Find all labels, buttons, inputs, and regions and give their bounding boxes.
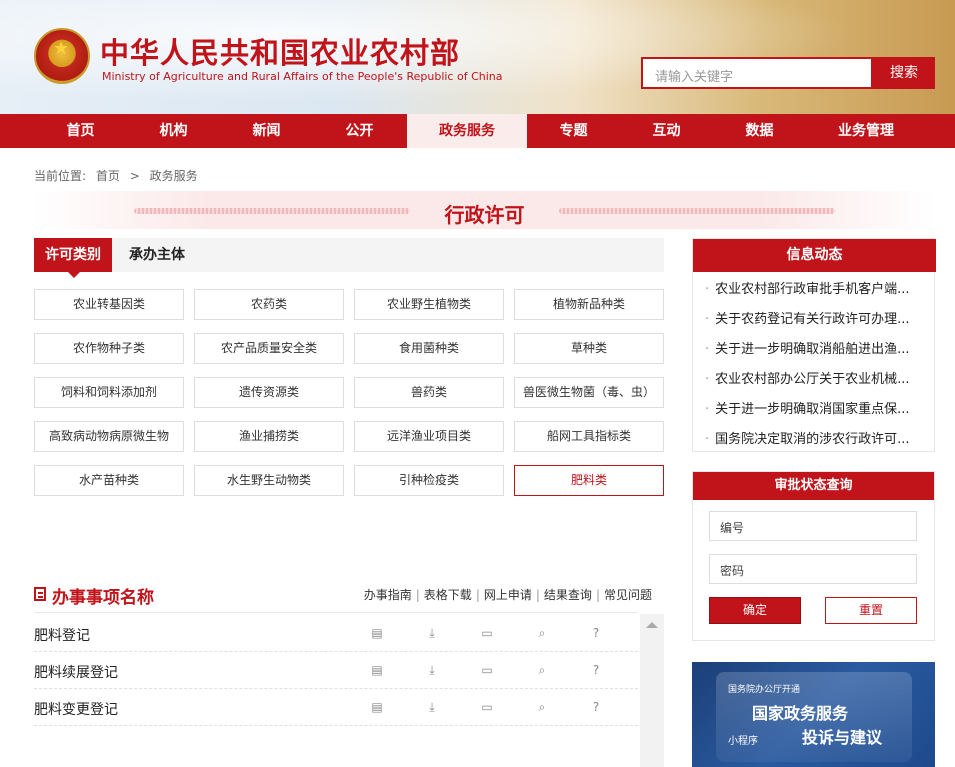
nav-item-business[interactable]: 业务管理 — [806, 114, 926, 148]
promo-banner[interactable]: 国务院办公厅开通 国家政务服务 小程序 投诉与建议 — [692, 662, 935, 767]
matters-header: 办事事项名称 办事指南 | 表格下载 | 网上申请 | 结果查询 | 常见问题 — [34, 583, 664, 608]
nav-item-data[interactable]: 数据 — [713, 114, 806, 148]
link-online-apply[interactable]: 网上申请 — [484, 588, 532, 602]
link-faq[interactable]: 常见问题 — [604, 588, 652, 602]
breadcrumb-current-link[interactable]: 政务服务 — [150, 169, 198, 183]
matter-name-link[interactable]: 肥料变更登记 — [34, 699, 118, 719]
news-title: 信息动态 — [693, 239, 936, 272]
help-icon[interactable]: ? — [589, 626, 603, 640]
nav-item-government-services[interactable]: 政务服务 — [407, 114, 527, 148]
category-item[interactable]: 兽药类 — [354, 377, 504, 408]
online-apply-icon[interactable]: ▭ — [480, 700, 494, 714]
search-icon[interactable]: ⌕ — [535, 700, 549, 714]
matter-row: 肥料变更登记 ▤ ⤓ ▭ ⌕ ? — [34, 689, 638, 726]
download-icon[interactable]: ⤓ — [425, 700, 439, 714]
section-banner: 行政许可 — [34, 191, 935, 229]
reset-button[interactable]: 重置 — [825, 597, 917, 624]
category-item[interactable]: 水生野生动物类 — [194, 465, 344, 496]
online-apply-icon[interactable]: ▭ — [480, 626, 494, 640]
category-item[interactable]: 植物新品种类 — [514, 289, 664, 320]
news-item-link[interactable]: 关于进一步明确取消国家重点保... — [705, 398, 923, 417]
matters-column-links: 办事指南 | 表格下载 | 网上申请 | 结果查询 | 常见问题 — [363, 588, 652, 602]
category-item[interactable]: 草种类 — [514, 333, 664, 364]
query-title: 审批状态查询 — [693, 472, 934, 500]
nav-item-topics[interactable]: 专题 — [527, 114, 620, 148]
tab-handling-agency[interactable]: 承办主体 — [112, 238, 202, 272]
nav-item-disclosure[interactable]: 公开 — [313, 114, 406, 148]
guide-icon[interactable]: ▤ — [370, 663, 384, 677]
breadcrumb-label: 当前位置: — [34, 169, 87, 183]
guide-icon[interactable]: ▤ — [370, 626, 384, 640]
search-input[interactable]: 请输入关键字 — [641, 57, 873, 89]
category-item[interactable]: 远洋渔业项目类 — [354, 421, 504, 452]
confirm-button[interactable]: 确定 — [709, 597, 801, 624]
matter-row: 肥料续展登记 ▤ ⤓ ▭ ⌕ ? — [34, 652, 638, 689]
matter-row: 肥料登记 ▤ ⤓ ▭ ⌕ ? — [34, 615, 638, 652]
number-input[interactable]: 编号 — [709, 511, 917, 541]
news-item-link[interactable]: 关于进一步明确取消船舶进出渔... — [705, 338, 923, 357]
search-icon[interactable]: ⌕ — [535, 626, 549, 640]
password-input[interactable]: 密码 — [709, 554, 917, 584]
promo-small-text: 国务院办公厅开通 — [728, 685, 801, 695]
main-nav: 首页 机构 新闻 公开 政务服务 专题 互动 数据 业务管理 — [0, 114, 955, 148]
tab-permit-category[interactable]: 许可类别 — [34, 238, 112, 278]
breadcrumb-separator: > — [129, 169, 140, 183]
approval-status-query: 审批状态查询 编号 密码 确定 重置 — [692, 471, 935, 641]
nav-item-news[interactable]: 新闻 — [220, 114, 313, 148]
category-item[interactable]: 遗传资源类 — [194, 377, 344, 408]
news-item-link[interactable]: 国务院决定取消的涉农行政许可... — [705, 428, 923, 447]
category-tabs: 许可类别 承办主体 — [34, 238, 664, 278]
matters-title: 办事事项名称 — [52, 588, 154, 608]
category-item[interactable]: 食用菌种类 — [354, 333, 504, 364]
site-title[interactable]: 中华人民共和国农业农村部 — [100, 30, 460, 72]
document-list-icon — [34, 587, 46, 601]
nav-item-interaction[interactable]: 互动 — [620, 114, 713, 148]
breadcrumb: 当前位置: 首页 > 政务服务 — [34, 167, 204, 184]
search-button[interactable]: 搜索 — [873, 57, 935, 89]
category-item[interactable]: 引种检疫类 — [354, 465, 504, 496]
help-icon[interactable]: ? — [589, 663, 603, 677]
category-item[interactable]: 水产苗种类 — [34, 465, 184, 496]
news-item-link[interactable]: 关于农药登记有关行政许可办理... — [705, 308, 923, 327]
site-header: ★ 中华人民共和国农业农村部 Ministry of Agriculture a… — [0, 0, 955, 114]
list-scrollbar[interactable] — [640, 614, 664, 767]
promo-tag-text: 小程序 — [728, 736, 758, 747]
help-icon[interactable]: ? — [589, 700, 603, 714]
category-item[interactable]: 农业野生植物类 — [354, 289, 504, 320]
matter-name-link[interactable]: 肥料续展登记 — [34, 662, 118, 682]
promo-main-text: 国家政务服务 — [752, 704, 849, 723]
online-apply-icon[interactable]: ▭ — [480, 663, 494, 677]
breadcrumb-home-link[interactable]: 首页 — [96, 169, 120, 183]
search-icon[interactable]: ⌕ — [535, 663, 549, 677]
matters-divider — [34, 612, 638, 613]
matter-name-link[interactable]: 肥料登记 — [34, 625, 90, 645]
category-item[interactable]: 农产品质量安全类 — [194, 333, 344, 364]
category-item[interactable]: 渔业捕捞类 — [194, 421, 344, 452]
category-item[interactable]: 兽医微生物菌（毒、虫） — [514, 377, 664, 408]
national-emblem-icon[interactable]: ★ — [34, 28, 90, 84]
nav-item-home[interactable]: 首页 — [34, 114, 127, 148]
site-subtitle: Ministry of Agriculture and Rural Affair… — [102, 70, 503, 83]
category-item[interactable]: 农作物种子类 — [34, 333, 184, 364]
category-item[interactable]: 农药类 — [194, 289, 344, 320]
link-result-query[interactable]: 结果查询 — [544, 588, 592, 602]
category-item-selected[interactable]: 肥料类 — [514, 465, 664, 496]
download-icon[interactable]: ⤓ — [425, 626, 439, 640]
news-item-link[interactable]: 农业农村部办公厅关于农业机械... — [705, 368, 923, 387]
section-title: 行政许可 — [444, 203, 525, 227]
download-icon[interactable]: ⤓ — [425, 663, 439, 677]
link-form-download[interactable]: 表格下载 — [424, 588, 472, 602]
guide-icon[interactable]: ▤ — [370, 700, 384, 714]
category-item[interactable]: 农业转基因类 — [34, 289, 184, 320]
category-item[interactable]: 高致病动物病原微生物 — [34, 421, 184, 452]
nav-item-institutions[interactable]: 机构 — [127, 114, 220, 148]
scroll-up-arrow-icon[interactable] — [646, 622, 658, 628]
promo-sub-text: 投诉与建议 — [802, 728, 883, 747]
news-panel: 信息动态 农业农村部行政审批手机客户端... 关于农药登记有关行政许可办理...… — [692, 238, 936, 452]
category-item[interactable]: 饲料和饲料添加剂 — [34, 377, 184, 408]
category-item[interactable]: 船网工具指标类 — [514, 421, 664, 452]
link-guide[interactable]: 办事指南 — [364, 588, 412, 602]
news-item-link[interactable]: 农业农村部行政审批手机客户端... — [705, 278, 923, 297]
